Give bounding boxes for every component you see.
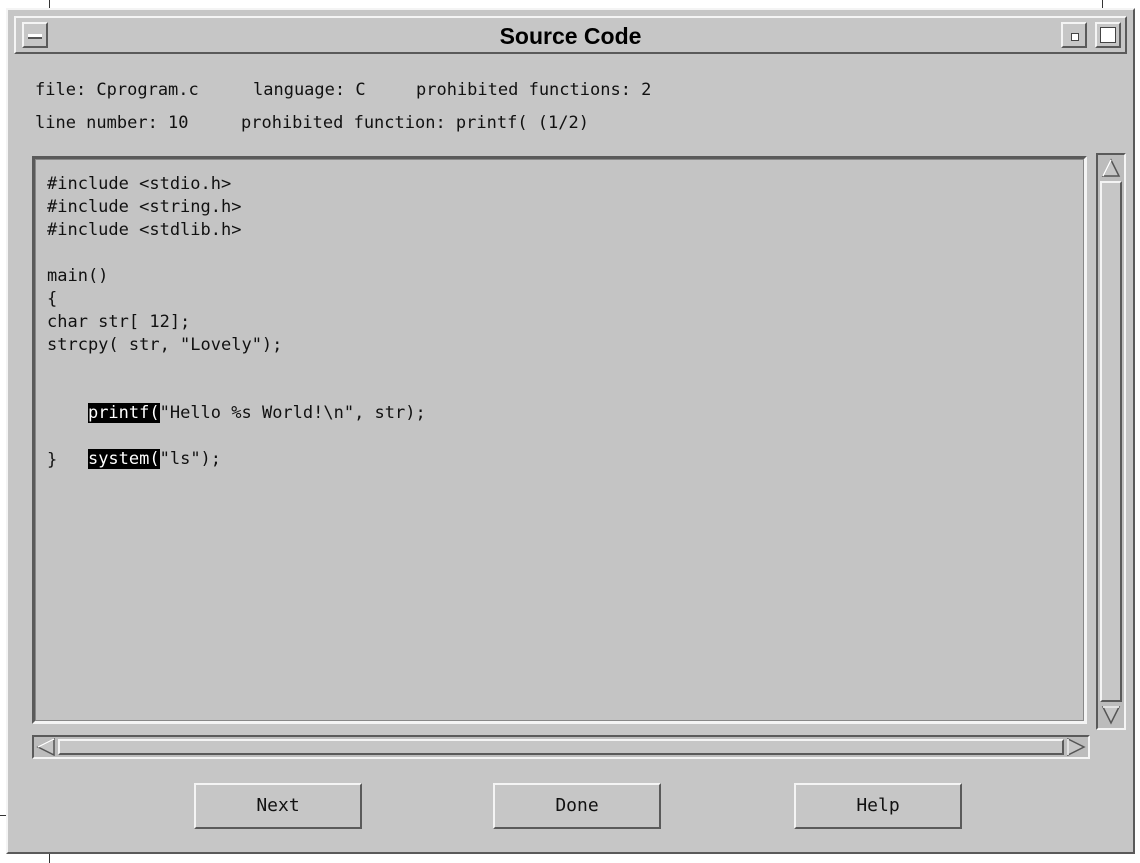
desktop-line-right [1102,0,1103,8]
highlighted-prohibited-system: system( [87,449,160,469]
code-line-2: #include <string.h> [47,197,242,217]
code-line-12-rest: "ls"); [159,449,222,469]
help-button[interactable]: Help [794,783,962,829]
maximize-icon [1100,27,1116,43]
arrow-left-icon[interactable] [36,738,56,756]
file-label: file: Cprogram.c [35,80,199,100]
code-line-8: strcpy( str, "Lovely"); [47,335,283,355]
title-bar[interactable]: Source Code [14,16,1127,54]
arrow-right-icon[interactable] [1066,738,1086,756]
highlighted-prohibited-printf: printf( [87,403,160,423]
code-line-3: #include <stdlib.h> [47,220,242,240]
arrow-down-icon[interactable] [1101,705,1121,725]
vertical-scroll-thumb[interactable] [1100,181,1122,702]
horizontal-scroll-thumb[interactable] [58,739,1064,755]
done-button[interactable]: Done [493,783,661,829]
prohibited-function-label: prohibited function: printf( (1/2) [241,113,589,133]
minimize-button[interactable] [1061,22,1087,48]
desktop-line-bottom-left [49,854,50,863]
code-line-1: #include <stdio.h> [47,174,232,194]
source-code-text-area[interactable]: #include <stdio.h> #include <string.h> #… [32,156,1087,724]
code-line-10: printf("Hello %s World!\n", str); [47,380,426,423]
next-button[interactable]: Next [194,783,362,829]
code-line-12: system("ls"); [47,426,221,469]
code-line-7: char str[ 12]; [47,312,191,332]
desktop-line-left [49,0,50,8]
code-line-6: { [47,289,58,309]
code-line-5: main() [47,266,109,286]
code-line-10-rest: "Hello %s World!\n", str); [159,403,426,423]
line-number-label: line number: 10 [35,113,189,133]
arrow-up-icon[interactable] [1101,158,1121,178]
vertical-scrollbar[interactable] [1096,153,1126,730]
window-title: Source Code [499,23,642,49]
minimize-icon [1071,33,1079,41]
code-line-13: } [47,450,58,470]
language-label: language: C [253,80,366,100]
prohibited-count-label: prohibited functions: 2 [416,80,652,100]
maximize-button[interactable] [1095,22,1121,48]
horizontal-scrollbar[interactable] [32,735,1090,759]
